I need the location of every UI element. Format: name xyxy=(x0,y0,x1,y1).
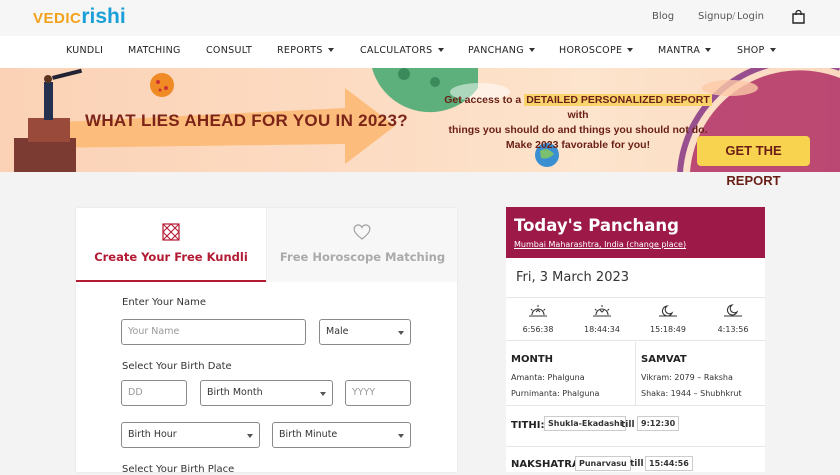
chevron-down-icon xyxy=(327,48,334,52)
panchang-title: Today's Panchang xyxy=(514,216,679,235)
sunrise-item: 6:56:38 xyxy=(506,303,570,334)
tithi-row: TITHI: Shukla-Ekadashi till 9:12:30 xyxy=(506,407,765,447)
moonrise-icon xyxy=(659,305,677,317)
nakshatra-value: Punarvasu xyxy=(575,456,631,471)
sunset-icon xyxy=(593,305,611,317)
shaka-samvat: Shaka: 1944 – Shubhkrut xyxy=(641,389,742,398)
moonrise-time: 15:18:49 xyxy=(650,325,686,334)
chevron-down-icon xyxy=(528,48,535,52)
gender-value: Male xyxy=(326,326,349,337)
moonset-item: 4:13:56 xyxy=(701,303,765,334)
moonset-icon xyxy=(724,304,742,317)
name-input[interactable]: Your Name xyxy=(121,319,306,345)
blog-link[interactable]: Blog xyxy=(652,11,674,22)
sunrise-time: 6:56:38 xyxy=(522,325,554,334)
panchang-date: Fri, 3 March 2023 xyxy=(516,270,630,285)
sunset-item: 18:44:34 xyxy=(570,303,634,334)
name-label: Enter Your Name xyxy=(122,297,207,308)
tab-horoscope-matching[interactable]: Free Horoscope Matching xyxy=(266,208,457,282)
auth-separator: / xyxy=(732,11,736,22)
nav-kundli[interactable]: KUNDLI xyxy=(66,45,103,56)
vikram-samvat: Vikram: 2079 – Raksha xyxy=(641,373,733,382)
amanta-month: Amanta: Phalguna xyxy=(511,373,585,382)
chevron-down-icon xyxy=(769,48,776,52)
nav-shop[interactable]: SHOP xyxy=(737,45,776,56)
signup-link[interactable]: Signup xyxy=(698,11,733,22)
login-link[interactable]: Login xyxy=(737,11,764,22)
month-section: MONTH Amanta: Phalguna Purnimanta: Phalg… xyxy=(506,342,636,406)
get-report-button[interactable]: GET THE REPORT xyxy=(697,136,810,188)
nakshatra-till: till xyxy=(630,459,644,469)
sunset-time: 18:44:34 xyxy=(584,325,620,334)
sunrise-icon xyxy=(529,305,547,317)
banner-line1-highlight: DETAILED PERSONALIZED REPORT xyxy=(524,94,712,106)
sun-moon-times: 6:56:38 18:44:34 15:18:49 4:13:56 xyxy=(506,297,765,341)
tab-create-kundli-label: Create Your Free Kundli xyxy=(94,250,248,264)
logo-part-rishi: rishi xyxy=(81,5,126,28)
moonrise-item: 15:18:49 xyxy=(636,303,700,334)
shopping-bag-icon[interactable] xyxy=(792,10,805,24)
chevron-down-icon xyxy=(247,434,253,438)
heart-icon xyxy=(353,224,371,240)
nav-reports[interactable]: REPORTS xyxy=(277,45,334,56)
birth-hour-value: Birth Hour xyxy=(128,429,177,440)
purnimanta-month: Purnimanta: Phalguna xyxy=(511,389,600,398)
chevron-down-icon xyxy=(627,48,634,52)
banner-line3: Make 2023 favorable for you! xyxy=(505,139,651,151)
birth-month-value: Birth Month xyxy=(207,387,263,398)
banner-title: WHAT LIES AHEAD FOR YOU IN 2023? xyxy=(85,111,408,130)
brand-logo[interactable]: VEDICrishi xyxy=(33,5,126,29)
birth-year-input[interactable]: YYYY xyxy=(345,380,411,406)
tab-create-kundli[interactable]: Create Your Free Kundli xyxy=(76,208,266,282)
tithi-till: till xyxy=(621,420,635,430)
main-nav: KUNDLI MATCHING CONSULT REPORTS CALCULAT… xyxy=(0,36,840,68)
banner-copy: Get access to a DETAILED PERSONALIZED RE… xyxy=(443,93,713,153)
logo-part-vedic: VEDIC xyxy=(33,10,82,27)
chevron-down-icon xyxy=(398,331,404,335)
tab-horoscope-matching-label: Free Horoscope Matching xyxy=(279,250,446,264)
top-bar: VEDICrishi Blog Signup / Login xyxy=(0,0,840,36)
change-place-link[interactable]: Mumbai Maharashtra, India (change place) xyxy=(514,240,686,249)
birth-hour-select[interactable]: Birth Hour xyxy=(121,422,260,448)
nav-consult[interactable]: CONSULT xyxy=(206,45,252,56)
nav-calculators[interactable]: CALCULATORS xyxy=(360,45,444,56)
samvat-section: SAMVAT Vikram: 2079 – Raksha Shaka: 1944… xyxy=(636,342,765,406)
birth-month-select[interactable]: Birth Month xyxy=(200,380,333,406)
panchang-header: Today's Panchang Mumbai Maharashtra, Ind… xyxy=(506,207,765,258)
banner-line2: things you should do and things you shou… xyxy=(448,124,708,136)
nav-matching[interactable]: MATCHING xyxy=(128,45,181,56)
nav-horoscope[interactable]: HOROSCOPE xyxy=(559,45,634,56)
birth-day-input[interactable]: DD xyxy=(121,380,187,406)
banner-line1c: with xyxy=(567,109,589,121)
birth-place-label: Select Your Birth Place xyxy=(122,464,235,475)
nakshatra-label: NAKSHATRA: xyxy=(511,459,584,470)
kundli-chart-icon xyxy=(162,223,180,241)
tithi-time: 9:12:30 xyxy=(637,416,680,431)
birth-minute-value: Birth Minute xyxy=(279,429,338,440)
moonset-time: 4:13:56 xyxy=(717,325,749,334)
nakshatra-row: NAKSHATRA: Punarvasu till 15:44:56 xyxy=(506,448,765,472)
todays-panchang-card: Today's Panchang Mumbai Maharashtra, Ind… xyxy=(506,207,765,472)
month-heading: MONTH xyxy=(511,354,554,365)
banner-line1a: Get access to a xyxy=(444,94,525,106)
gender-select[interactable]: Male xyxy=(319,319,411,345)
nav-panchang[interactable]: PANCHANG xyxy=(468,45,535,56)
birth-minute-select[interactable]: Birth Minute xyxy=(272,422,411,448)
nav-mantra[interactable]: MANTRA xyxy=(658,45,712,56)
chevron-down-icon xyxy=(398,434,404,438)
chevron-down-icon xyxy=(437,48,444,52)
samvat-heading: SAMVAT xyxy=(641,354,687,365)
chevron-down-icon xyxy=(320,392,326,396)
tithi-value: Shukla-Ekadashi xyxy=(544,416,627,431)
tithi-label: TITHI: xyxy=(511,420,545,431)
birth-date-label: Select Your Birth Date xyxy=(122,361,232,372)
nakshatra-time: 15:44:56 xyxy=(645,456,693,471)
kundli-form-card: Create Your Free Kundli Free Horoscope M… xyxy=(76,208,457,475)
chevron-down-icon xyxy=(705,48,712,52)
